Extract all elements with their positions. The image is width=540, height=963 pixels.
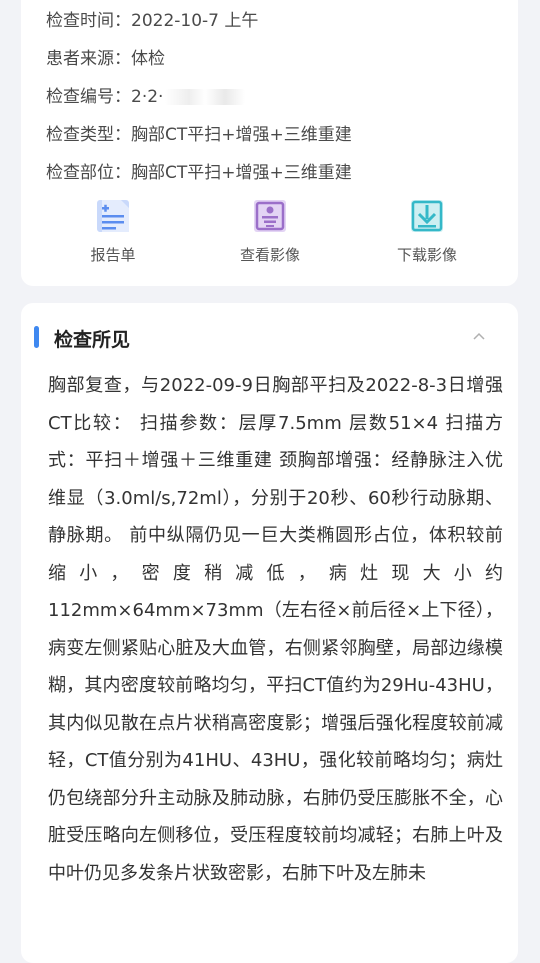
view-image-button-label: 查看影像 (239, 246, 300, 264)
download-image-button-label: 下载影像 (396, 246, 457, 264)
findings-text: 胸部复查，与2022-09-9日胸部平扫及2022-8-3日增强CT比较： 扫描… (48, 375, 503, 884)
section-title: 检查所见 (54, 329, 131, 351)
info-row-exam-time: 检查时间：2022-10-7 上午 (46, 6, 258, 31)
findings-card: 检查所见 胸部复查，与2022-09-9日胸部平扫及2022-8-3日增强CT比… (21, 303, 518, 963)
chevron-up-icon[interactable] (473, 331, 485, 343)
download-image-button[interactable]: 下载影像 (367, 198, 487, 265)
exam-info-card: 检查时间：2022-10-7 上午 患者来源：体检 检查编号：2·2· 检查类型… (21, 0, 518, 286)
info-label: 检查部位： (46, 163, 131, 183)
download-image-icon (411, 200, 443, 232)
report-button[interactable]: 报告单 (53, 198, 173, 265)
report-button-label: 报告单 (90, 246, 136, 264)
info-row-exam-part: 检查部位：胸部CT平扫+增强+三维重建 (46, 158, 352, 183)
info-value: 2·2· (131, 87, 164, 107)
info-value: 2022-10-7 上午 (131, 11, 259, 31)
section-accent-bar (34, 326, 39, 348)
report-icon (97, 200, 129, 232)
view-image-icon (254, 200, 286, 232)
view-image-button[interactable]: 查看影像 (210, 198, 330, 265)
info-value: 胸部CT平扫+增强+三维重建 (131, 163, 352, 183)
info-label: 患者来源： (46, 49, 131, 69)
info-row-exam-number: 检查编号：2·2· (46, 82, 246, 107)
redacted-mask (165, 89, 246, 105)
info-row-exam-type: 检查类型：胸部CT平扫+增强+三维重建 (46, 120, 352, 145)
info-value: 体检 (131, 49, 165, 69)
info-value: 胸部CT平扫+增强+三维重建 (131, 125, 352, 145)
info-label: 检查时间： (46, 11, 131, 31)
info-label: 检查类型： (46, 125, 131, 145)
info-row-patient-source: 患者来源：体检 (46, 44, 165, 69)
info-label: 检查编号： (46, 87, 131, 107)
